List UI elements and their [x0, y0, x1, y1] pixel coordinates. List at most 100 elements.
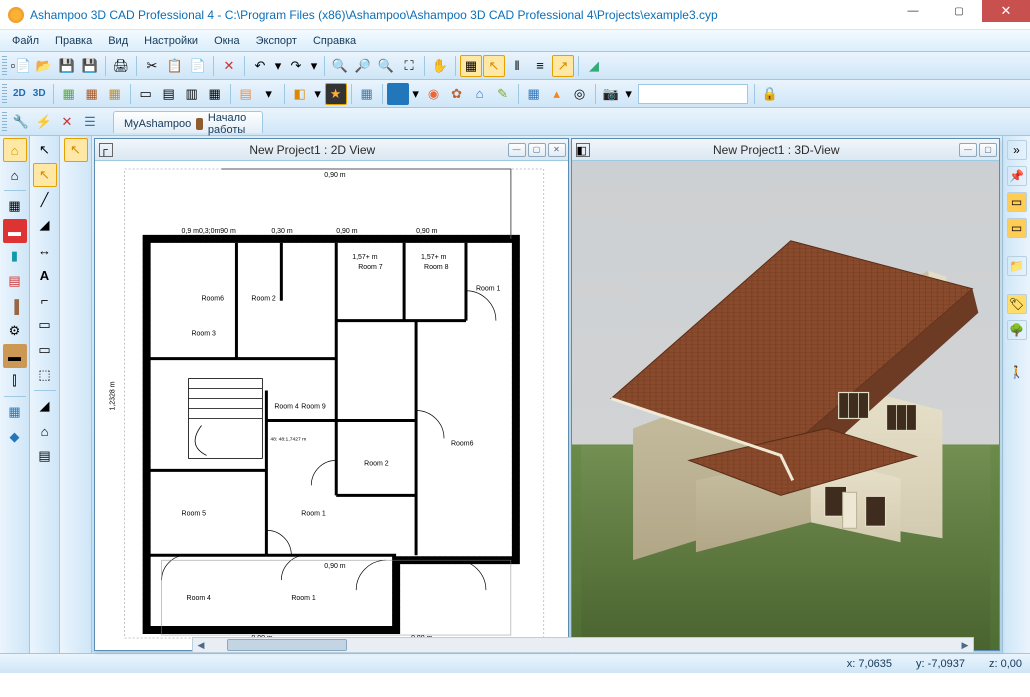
cat-rooms-icon[interactable]: ⌂ [3, 163, 27, 187]
tab-myashampoo[interactable]: MyAshampoo Начало работы [113, 111, 263, 133]
color-dd[interactable]: ▾ [410, 83, 422, 105]
paste-button[interactable]: 📄 [187, 55, 209, 77]
box-dd-icon[interactable]: ▾ [312, 83, 324, 105]
toolbar-grip[interactable] [2, 56, 7, 76]
undo-dropdown[interactable]: ▾ [272, 55, 284, 77]
cat-window-icon[interactable]: ▤ [3, 269, 27, 293]
menu-help[interactable]: Справка [305, 33, 364, 49]
view-2d-close[interactable]: ✕ [548, 143, 566, 157]
snap-button[interactable]: ↗ [552, 55, 574, 77]
horizontal-scrollbar[interactable]: ◀ ▶ [192, 637, 974, 653]
tool-roof2-icon[interactable]: ⌂ [33, 419, 57, 443]
scroll-thumb[interactable] [227, 639, 347, 651]
tool-select-icon[interactable]: ↖ [33, 138, 57, 162]
layers-icon[interactable]: ▤ [235, 83, 257, 105]
rsb-folder-icon[interactable]: 📁 [1007, 256, 1027, 276]
misc7-icon[interactable]: ◎ [569, 83, 591, 105]
cat-door-icon[interactable]: ▐ [3, 294, 27, 318]
copy-button[interactable]: 📋 [164, 55, 186, 77]
select-button[interactable]: ↖ [483, 55, 505, 77]
menu-export[interactable]: Экспорт [248, 33, 305, 49]
minimize-button[interactable] [890, 0, 936, 22]
tool-wrench-icon[interactable]: 🔧 [10, 111, 32, 133]
camera-icon[interactable]: 📷 [600, 83, 622, 105]
misc5-icon[interactable]: ▦ [523, 83, 545, 105]
save-button[interactable]: 💾 [56, 55, 78, 77]
window-split-h-icon[interactable]: ▤ [158, 83, 180, 105]
view-section-icon[interactable]: ▦ [104, 83, 126, 105]
view-2d-maximize[interactable]: ▢ [528, 143, 546, 157]
tool-dim-icon[interactable]: ↔ [33, 238, 57, 262]
mode-3d-button[interactable]: 3D [30, 88, 49, 99]
pan-button[interactable]: ✋ [429, 55, 451, 77]
toolbar-grip[interactable] [2, 84, 7, 104]
zoom-region-button[interactable]: 🔍 [375, 55, 397, 77]
tool-list-icon[interactable]: ☰ [79, 111, 101, 133]
tool-cross-icon[interactable]: ✕ [56, 111, 78, 133]
misc6-icon[interactable]: ▴ [546, 83, 568, 105]
guide-h-button[interactable]: ≡ [529, 55, 551, 77]
rsb-pin-icon[interactable]: 📌 [1007, 166, 1027, 186]
cat-gear-icon[interactable]: ⚙ [3, 319, 27, 343]
view-topview-icon[interactable]: ▦ [58, 83, 80, 105]
scroll-right-icon[interactable]: ▶ [957, 638, 973, 652]
view-3d-minimize[interactable]: — [959, 143, 977, 157]
terrain-button[interactable]: ◢ [583, 55, 605, 77]
rsb-person-icon[interactable]: 🚶 [1007, 362, 1027, 382]
misc2-icon[interactable]: ✿ [446, 83, 468, 105]
view-3d-titlebar[interactable]: ◧ New Project1 : 3D-View — ▢ [572, 139, 1000, 161]
redo-dropdown[interactable]: ▾ [308, 55, 320, 77]
tool-wall-icon[interactable]: ⌐ [33, 288, 57, 312]
materials-icon[interactable]: ▾ [258, 83, 280, 105]
camera-dd[interactable]: ▾ [623, 83, 635, 105]
redo-button[interactable]: ↷ [285, 55, 307, 77]
tool-wand-icon[interactable]: ⚡ [33, 111, 55, 133]
tool-line-icon[interactable]: ╱ [33, 188, 57, 212]
delete-button[interactable]: ✕ [218, 55, 240, 77]
view-elevation-icon[interactable]: ▦ [81, 83, 103, 105]
misc3-icon[interactable]: ⌂ [469, 83, 491, 105]
zoom-in-button[interactable]: 🔍 [329, 55, 351, 77]
tool-rect-icon[interactable]: ▭ [33, 313, 57, 337]
lock-icon[interactable]: 🔒 [759, 83, 781, 105]
window-split-v-icon[interactable]: ▥ [181, 83, 203, 105]
mode-2d-button[interactable]: 2D [10, 88, 29, 99]
rsb-catalog-icon[interactable]: ▭ [1007, 192, 1027, 212]
cut-button[interactable]: ✂ [141, 55, 163, 77]
tool-stairs-icon[interactable]: ▤ [33, 444, 57, 468]
window-quad-icon[interactable]: ▦ [204, 83, 226, 105]
view-2d-minimize[interactable]: — [508, 143, 526, 157]
menu-windows[interactable]: Окна [206, 33, 248, 49]
menu-settings[interactable]: Настройки [136, 33, 206, 49]
grid-button[interactable]: ▦ [460, 55, 482, 77]
view-3d-maximize[interactable]: ▢ [979, 143, 997, 157]
render-icon[interactable]: ★ [325, 83, 347, 105]
rsb-catalog2-icon[interactable]: ▭ [1007, 218, 1027, 238]
cat-fill-icon[interactable]: ▮ [3, 244, 27, 268]
box-icon[interactable]: ◧ [289, 83, 311, 105]
zoom-out-button[interactable]: 🔎 [352, 55, 374, 77]
cat-building-icon[interactable]: ⌂ [3, 138, 27, 162]
undo-button[interactable]: ↶ [249, 55, 271, 77]
tool-text-icon[interactable]: A [33, 263, 57, 287]
rsb-expand-icon[interactable]: » [1007, 140, 1027, 160]
close-button[interactable] [982, 0, 1030, 22]
tool-cursor-icon[interactable]: ↖ [33, 163, 57, 187]
toolbar-grip[interactable] [2, 112, 7, 132]
cat-rail-icon[interactable]: ⫿ [3, 369, 27, 393]
new-button[interactable]: 📄 [10, 55, 32, 77]
window-single-icon[interactable]: ▭ [135, 83, 157, 105]
menu-edit[interactable]: Правка [47, 33, 100, 49]
view-preset-dropdown[interactable] [638, 84, 748, 104]
scroll-left-icon[interactable]: ◀ [193, 638, 209, 652]
save-all-button[interactable]: 💾 [79, 55, 101, 77]
rsb-tree-icon[interactable]: 🌳 [1007, 320, 1027, 340]
maximize-button[interactable] [936, 0, 982, 22]
view-2d-canvas[interactable]: Room6 Room 2 Room 3 Room 7 Room 8 Room 1… [95, 161, 568, 650]
view-3d-canvas[interactable] [572, 161, 1000, 650]
cat-solid-icon[interactable]: ◆ [3, 425, 27, 449]
menu-file[interactable]: Файл [4, 33, 47, 49]
tool-angle-icon[interactable]: ◢ [33, 213, 57, 237]
tool-extrude-icon[interactable]: ⬚ [33, 363, 57, 387]
zoom-fit-button[interactable]: ⛶ [398, 55, 420, 77]
